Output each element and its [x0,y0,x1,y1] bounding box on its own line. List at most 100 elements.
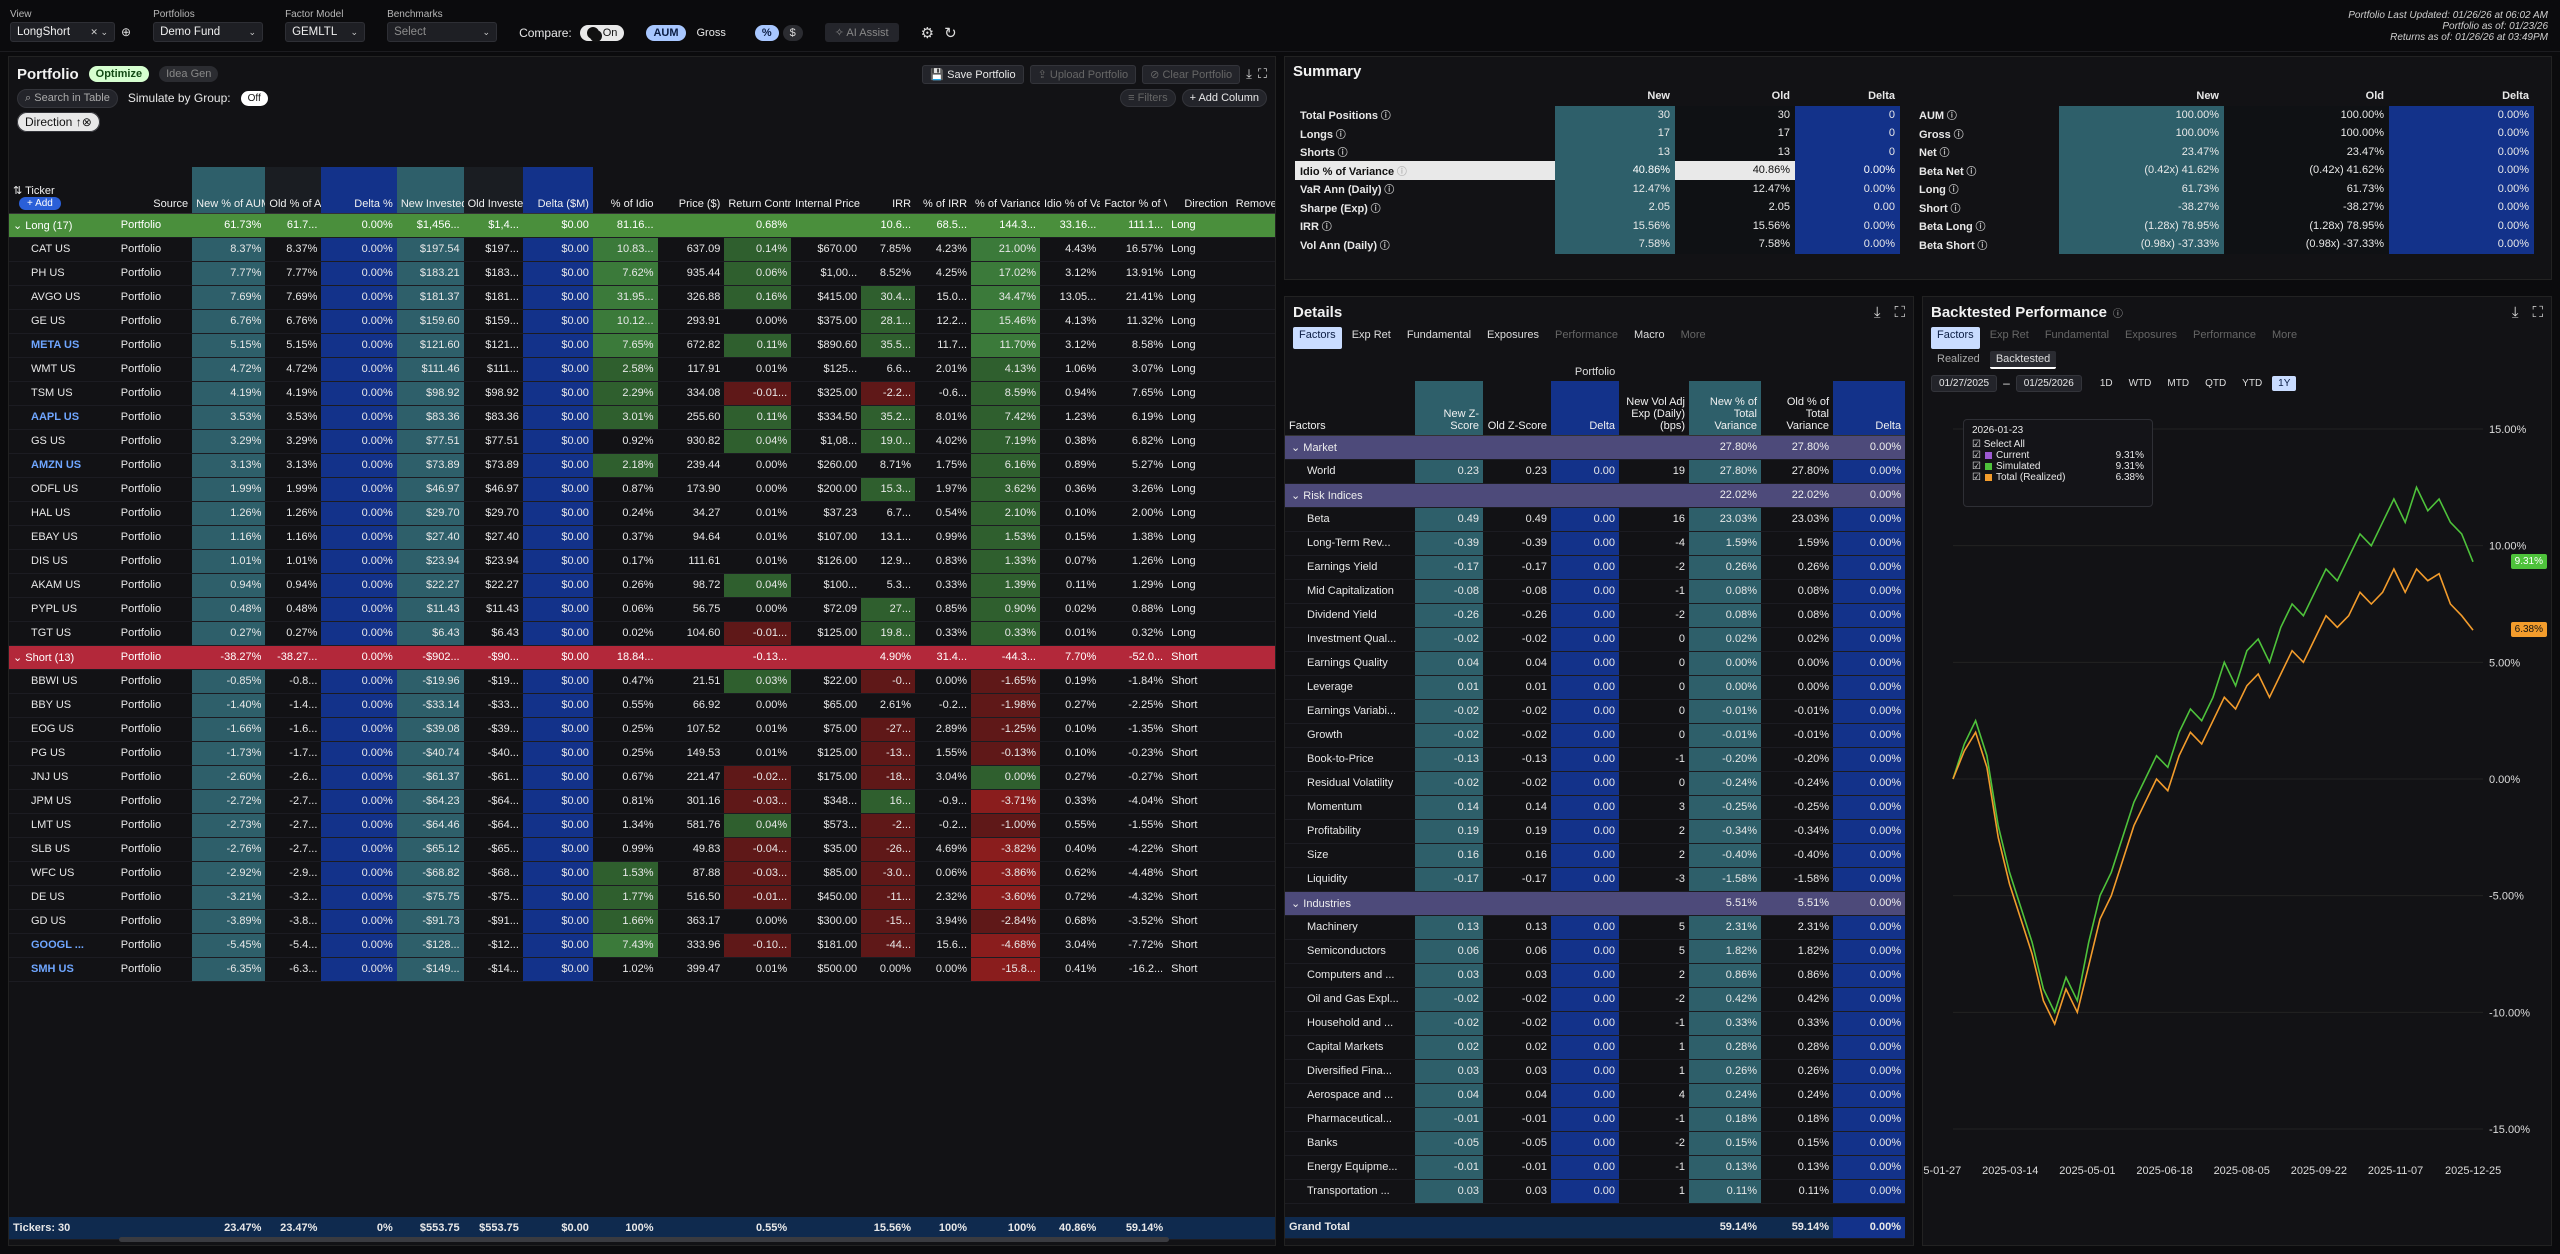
factor-row[interactable]: Momentum 0.14 0.14 0.00 3 -0.25% -0.25% 0.00% [1285,795,1905,820]
info-icon[interactable]: ⓘ [1946,185,1959,196]
table-row[interactable]: GS US Portfolio 3.29% 3.29% 0.00% $77.51 $77.5… [9,429,1275,454]
legend-item[interactable]: ☑ Current 9.31% [1972,450,2144,461]
col-header[interactable]: ⇅ Ticker + Add [9,167,117,214]
factor-row[interactable]: Computers and ... 0.03 0.03 0.00 2 0.86% 0.86%… [1285,963,1905,988]
remove-cell[interactable] [1231,957,1275,982]
ticker-cell[interactable]: JPM US [9,789,117,814]
ticker-cell[interactable]: GS US [9,429,117,454]
tab-fundamental[interactable]: Fundamental [2039,327,2115,349]
ticker-cell[interactable]: WMT US [9,357,117,382]
chevron-down-icon[interactable]: ⌄ [13,220,25,232]
col-header[interactable]: Delta % [321,167,397,214]
table-row[interactable]: LMT US Portfolio -2.73% -2.7... 0.00% -$64.46… [9,813,1275,838]
series-line-total-realized-[interactable] [1952,567,2474,1027]
ticker-cell[interactable]: SLB US [9,837,117,862]
tab-exposures[interactable]: Exposures [1481,327,1545,349]
table-row[interactable]: AKAM US Portfolio 0.94% 0.94% 0.00% $22.27 $22… [9,573,1275,598]
tab-exposures[interactable]: Exposures [2119,327,2183,349]
info-icon[interactable]: ⓘ [1948,204,1961,215]
remove-cell[interactable] [1231,885,1275,910]
checkbox-icon[interactable]: ☑ [1972,439,1981,450]
factor-row[interactable]: Profitability 0.19 0.19 0.00 2 -0.34% -0.34% 0.… [1285,819,1905,844]
factor-row[interactable]: Size 0.16 0.16 0.00 2 -0.40% -0.40% 0.00% [1285,843,1905,868]
remove-cell[interactable] [1231,381,1275,406]
factor-row[interactable]: Long-Term Rev... -0.39 -0.39 0.00 -4 1.59% 1.5… [1285,531,1905,556]
factor-row[interactable]: Investment Qual... -0.02 -0.02 0.00 0 0.02% 0.… [1285,627,1905,652]
date-to-input[interactable]: 01/25/2026 [2015,374,2082,392]
ticker-cell[interactable]: ODFL US [9,477,117,502]
remove-cell[interactable] [1231,573,1275,598]
view-dropdown[interactable]: LongShort ✕ ⌄ [10,22,115,42]
table-row[interactable]: AMZN US Portfolio 3.13% 3.13% 0.00% $73.89 $73… [9,453,1275,478]
table-row[interactable]: AVGO US Portfolio 7.69% 7.69% 0.00% $181.37 $1… [9,285,1275,310]
idea-gen-button[interactable]: Idea Gen [159,66,219,82]
ticker-cell[interactable]: EOG US [9,717,117,742]
tab-exp-ret[interactable]: Exp Ret [1984,327,2035,349]
gear-icon[interactable]: ⚙ [921,24,934,42]
factor-row[interactable]: Earnings Yield -0.17 -0.17 0.00 -2 0.26% 0.26%… [1285,555,1905,580]
table-row[interactable]: JNJ US Portfolio -2.60% -2.6... 0.00% -$61.37… [9,765,1275,790]
remove-cell[interactable] [1231,237,1275,262]
info-icon[interactable]: ⓘ [1937,148,1950,159]
tab-more[interactable]: More [1675,327,1712,349]
checkbox-icon[interactable]: ☑ [1972,472,1981,483]
tab-fundamental[interactable]: Fundamental [1401,327,1477,349]
legend-item[interactable]: ☑ Total (Realized) 6.38% [1972,472,2144,483]
table-row[interactable]: ODFL US Portfolio 1.99% 1.99% 0.00% $46.97 $46… [9,477,1275,502]
info-icon[interactable]: ⓘ [1951,130,1964,141]
range-ytd[interactable]: YTD [2236,376,2268,391]
table-row[interactable]: CAT US Portfolio 8.37% 8.37% 0.00% $197.54 $19… [9,237,1275,262]
factor-row[interactable]: Diversified Fina... 0.03 0.03 0.00 1 0.26% 0.2… [1285,1059,1905,1084]
ticker-cell[interactable]: HAL US [9,501,117,526]
sort-icon[interactable]: ⇅ [13,185,25,197]
ticker-cell[interactable]: TSM US [9,381,117,406]
remove-cell[interactable] [1231,621,1275,646]
add-ticker-button[interactable]: + Add [19,196,61,210]
close-icon[interactable]: ⊗ [82,115,92,129]
range-mtd[interactable]: MTD [2161,376,2195,391]
chevron-down-icon[interactable]: ⌄ [1291,490,1303,502]
fullscreen-icon[interactable]: ⛶ [1894,304,1905,321]
checkbox-icon[interactable]: ☑ [1972,450,1981,461]
remove-cell[interactable] [1231,453,1275,478]
range-qtd[interactable]: QTD [2199,376,2232,391]
ticker-cell[interactable]: JNJ US [9,765,117,790]
horizontal-scrollbar[interactable] [119,1237,1169,1242]
tab-performance[interactable]: Performance [1549,327,1624,349]
factor-model-dropdown[interactable]: GEMLTL ⌄ [285,22,366,42]
remove-cell[interactable] [1231,429,1275,454]
ticker-cell[interactable]: SMH US [9,957,117,982]
tab-macro[interactable]: Macro [1628,327,1671,349]
dollar-option[interactable]: $ [782,24,803,41]
legend-select-all[interactable]: ☑ Select All [1972,439,2144,450]
remove-cell[interactable] [1231,261,1275,286]
factor-row[interactable]: Semiconductors 0.06 0.06 0.00 5 1.82% 1.82% 0.0… [1285,939,1905,964]
clear-chevron-icon[interactable]: ✕ ⌄ [90,27,108,38]
col-header[interactable]: Factor % of Variance [1100,167,1168,214]
col-header[interactable]: Direction [1167,167,1232,214]
table-row[interactable]: HAL US Portfolio 1.26% 1.26% 0.00% $29.70 $29.… [9,501,1275,526]
remove-cell[interactable] [1231,933,1275,958]
date-from-input[interactable]: 01/27/2025 [1931,374,1998,392]
remove-cell[interactable] [1231,813,1275,838]
info-icon[interactable]: ⓘ [2113,305,2123,320]
col-header[interactable]: New Vol Adj Exp (Daily) (bps) [1619,381,1689,436]
info-icon[interactable]: ⓘ [1394,167,1407,178]
remove-cell[interactable] [1231,285,1275,310]
table-row[interactable]: GOOGL ... Portfolio -5.45% -5.4... 0.00% -$12… [9,933,1275,958]
factor-row[interactable]: Transportation ... 0.03 0.03 0.00 1 0.11% 0.11… [1285,1179,1905,1204]
table-row[interactable]: AAPL US Portfolio 3.53% 3.53% 0.00% $83.36 $83… [9,405,1275,430]
add-view-icon[interactable]: ⊕ [121,25,131,39]
factor-row[interactable]: Book-to-Price -0.13 -0.13 0.00 -1 -0.20% -0.20… [1285,747,1905,772]
info-icon[interactable]: ⓘ [1944,111,1957,122]
table-row[interactable]: BBY US Portfolio -1.40% -1.4... 0.00% -$33.14… [9,693,1275,718]
ticker-cell[interactable]: CAT US [9,237,117,262]
save-portfolio-button[interactable]: 💾 Save Portfolio [922,64,1024,84]
table-row[interactable]: WMT US Portfolio 4.72% 4.72% 0.00% $111.46 $11… [9,357,1275,382]
remove-cell[interactable] [1231,717,1275,742]
col-header[interactable]: Return Contrib (Intraday) [724,167,792,214]
chevron-down-icon[interactable]: ⌄ [1291,898,1303,910]
table-row[interactable]: TGT US Portfolio 0.27% 0.27% 0.00% $6.43 $6.43… [9,621,1275,646]
col-header[interactable]: Old % of Total Variance [1761,381,1833,436]
col-header[interactable]: IRR [861,167,916,214]
